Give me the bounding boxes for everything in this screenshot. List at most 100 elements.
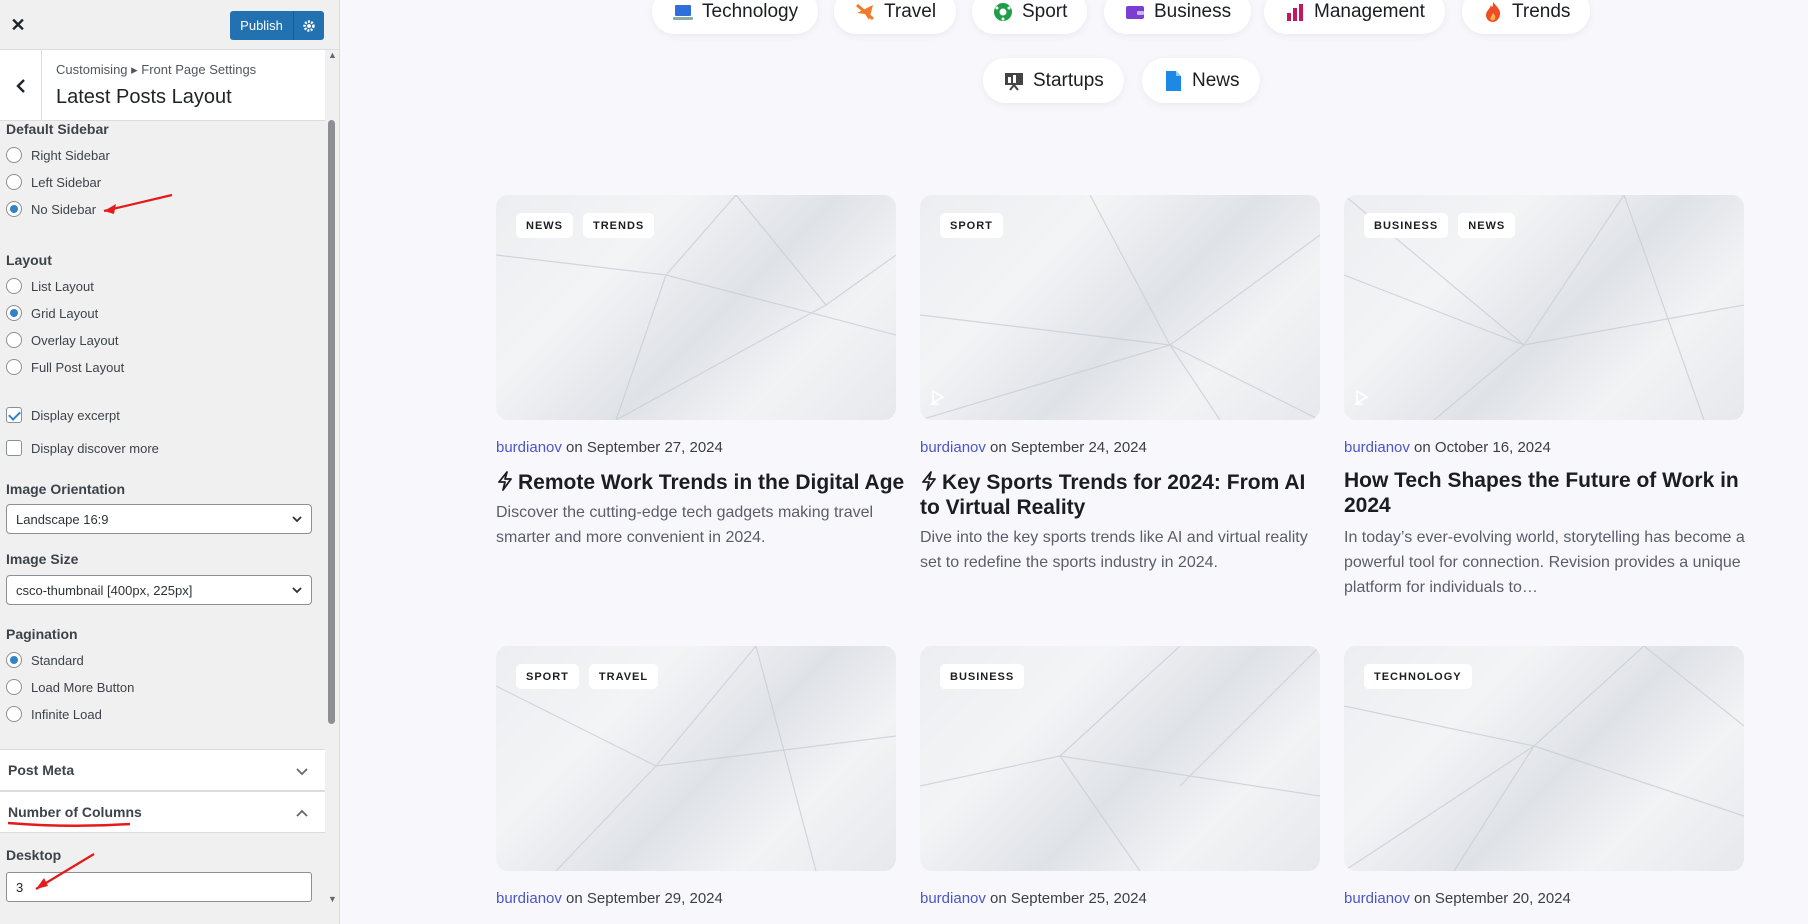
post-title-text[interactable]: Remote Work Trends in the Digital Age (518, 471, 904, 494)
category-pill-sport[interactable]: Sport (972, 0, 1088, 34)
radio-label: Infinite Load (31, 706, 102, 722)
input-value[interactable]: 3 (16, 880, 23, 895)
radio-full-post-layout[interactable]: Full Post Layout (6, 359, 124, 375)
radio-no-sidebar[interactable]: No Sidebar (6, 201, 96, 217)
chevron-up-icon (296, 809, 308, 817)
post-date: on September 27, 2024 (561, 439, 723, 456)
radio-load-more[interactable]: Load More Button (6, 679, 134, 695)
radio-label: Overlay Layout (31, 332, 119, 348)
chevron-down-icon (296, 768, 308, 776)
panel-scrollbar[interactable]: ▲ ▼ (328, 50, 337, 910)
radio-button[interactable] (6, 278, 22, 294)
radio-grid-layout[interactable]: Grid Layout (6, 305, 98, 321)
radio-infinite-load[interactable]: Infinite Load (6, 706, 102, 722)
category-tag[interactable]: SPORT (940, 213, 1003, 238)
checkbox-display-excerpt[interactable]: Display excerpt (6, 407, 120, 423)
checkbox-display-discover-more[interactable]: Display discover more (6, 440, 159, 456)
category-label: Technology (702, 0, 799, 22)
category-tag[interactable]: NEWS (516, 213, 573, 238)
category-tag[interactable]: SPORT (516, 664, 579, 689)
radio-label: List Layout (31, 278, 94, 294)
post-thumbnail[interactable]: BUSINESS (920, 646, 1320, 871)
post-date: on September 25, 2024 (985, 890, 1147, 907)
checkbox[interactable] (6, 440, 22, 456)
post-thumbnail[interactable]: SPORT (920, 195, 1320, 420)
desktop-columns-input[interactable]: 3 (6, 872, 312, 902)
radio-left-sidebar[interactable]: Left Sidebar (6, 174, 101, 190)
image-orientation-select[interactable]: Landscape 16:9 (6, 504, 312, 534)
post-tags: SPORT (940, 213, 1003, 238)
post-excerpt: Dive into the key sports trends like AI … (920, 529, 1308, 571)
checkbox-label: Display excerpt (31, 407, 120, 423)
play-icon (1354, 389, 1370, 410)
radio-button[interactable] (6, 147, 22, 163)
publish-label[interactable]: Publish (230, 11, 294, 40)
scroll-up-arrow-icon[interactable]: ▲ (328, 50, 337, 60)
category-pill-management[interactable]: Management (1264, 0, 1445, 34)
author-link[interactable]: burdianov (1344, 439, 1410, 456)
section-header: Customising ▸ Front Page Settings Latest… (0, 50, 325, 121)
post-title-text[interactable]: How Tech Shapes the Future of Work in 20… (1344, 469, 1739, 517)
post-meta: burdianov on September 25, 2024 (920, 890, 1147, 907)
author-link[interactable]: burdianov (920, 890, 986, 907)
post-title[interactable]: How Tech Shapes the Future of Work in 20… (1344, 468, 1754, 518)
category-pill-startups[interactable]: Startups (983, 58, 1124, 103)
radio-standard[interactable]: Standard (6, 652, 84, 668)
radio-list-layout[interactable]: List Layout (6, 278, 94, 294)
author-link[interactable]: burdianov (496, 439, 562, 456)
radio-button[interactable] (6, 174, 22, 190)
post-thumbnail[interactable]: TECHNOLOGY (1344, 646, 1744, 871)
publish-button[interactable]: Publish (230, 11, 324, 40)
category-tag[interactable]: NEWS (1458, 213, 1516, 238)
radio-button-selected[interactable] (6, 201, 22, 217)
post-thumbnail[interactable]: SPORT TRAVEL (496, 646, 896, 871)
author-link[interactable]: burdianov (920, 439, 986, 456)
category-tag[interactable]: TRAVEL (588, 664, 659, 689)
post-title[interactable]: Remote Work Trends in the Digital Age (496, 470, 906, 495)
post-title-text[interactable]: Key Sports Trends for 2024: From AI to V… (920, 471, 1305, 519)
radio-button-selected[interactable] (6, 305, 22, 321)
category-pill-trends[interactable]: Trends (1462, 0, 1591, 34)
layout-label: Layout (6, 252, 52, 268)
customizer-topbar: ✕ Publish (0, 0, 339, 50)
gear-icon[interactable] (294, 19, 324, 33)
category-tag[interactable]: BUSINESS (1364, 213, 1449, 238)
post-thumbnail[interactable]: NEWS TRENDS (496, 195, 896, 420)
post-meta: burdianov on September 29, 2024 (496, 890, 723, 907)
image-orientation-label: Image Orientation (6, 481, 126, 497)
category-tag[interactable]: TRENDS (583, 213, 655, 238)
radio-label: Load More Button (31, 679, 135, 695)
back-chevron-icon[interactable] (0, 50, 42, 121)
chevron-down-icon (292, 587, 302, 594)
radio-button[interactable] (6, 359, 22, 375)
radio-overlay-layout[interactable]: Overlay Layout (6, 332, 118, 348)
radio-button[interactable] (6, 679, 22, 695)
radio-label: Left Sidebar (31, 174, 102, 190)
checkbox-checked[interactable] (6, 407, 22, 423)
radio-button-selected[interactable] (6, 652, 22, 668)
lightning-icon (496, 471, 518, 494)
category-pill-technology[interactable]: Technology (652, 0, 819, 34)
category-pill-news[interactable]: News (1142, 58, 1260, 103)
radio-button[interactable] (6, 332, 22, 348)
radio-right-sidebar[interactable]: Right Sidebar (6, 147, 110, 163)
select-value: Landscape 16:9 (16, 511, 109, 527)
author-link[interactable]: burdianov (1344, 890, 1410, 907)
category-tag[interactable]: BUSINESS (940, 664, 1025, 689)
category-tag[interactable]: TECHNOLOGY (1364, 664, 1472, 689)
radio-label: Standard (31, 652, 84, 668)
category-pill-travel[interactable]: Travel (834, 0, 957, 34)
post-thumbnail[interactable]: BUSINESS NEWS (1344, 195, 1744, 420)
scroll-down-arrow-icon[interactable]: ▼ (328, 894, 337, 904)
number-of-columns-accordion[interactable]: Number of Columns (0, 791, 325, 833)
category-pill-business[interactable]: Business (1104, 0, 1252, 34)
post-meta-accordion[interactable]: Post Meta (0, 749, 325, 791)
radio-button[interactable] (6, 706, 22, 722)
post-meta: burdianov on September 24, 2024 (920, 439, 1147, 456)
close-icon[interactable]: ✕ (0, 0, 36, 50)
image-size-select[interactable]: csco-thumbnail [400px, 225px] (6, 575, 312, 605)
play-icon (930, 389, 946, 410)
scrollbar-thumb[interactable] (328, 120, 335, 724)
post-title[interactable]: Key Sports Trends for 2024: From AI to V… (920, 470, 1330, 520)
author-link[interactable]: burdianov (496, 890, 562, 907)
